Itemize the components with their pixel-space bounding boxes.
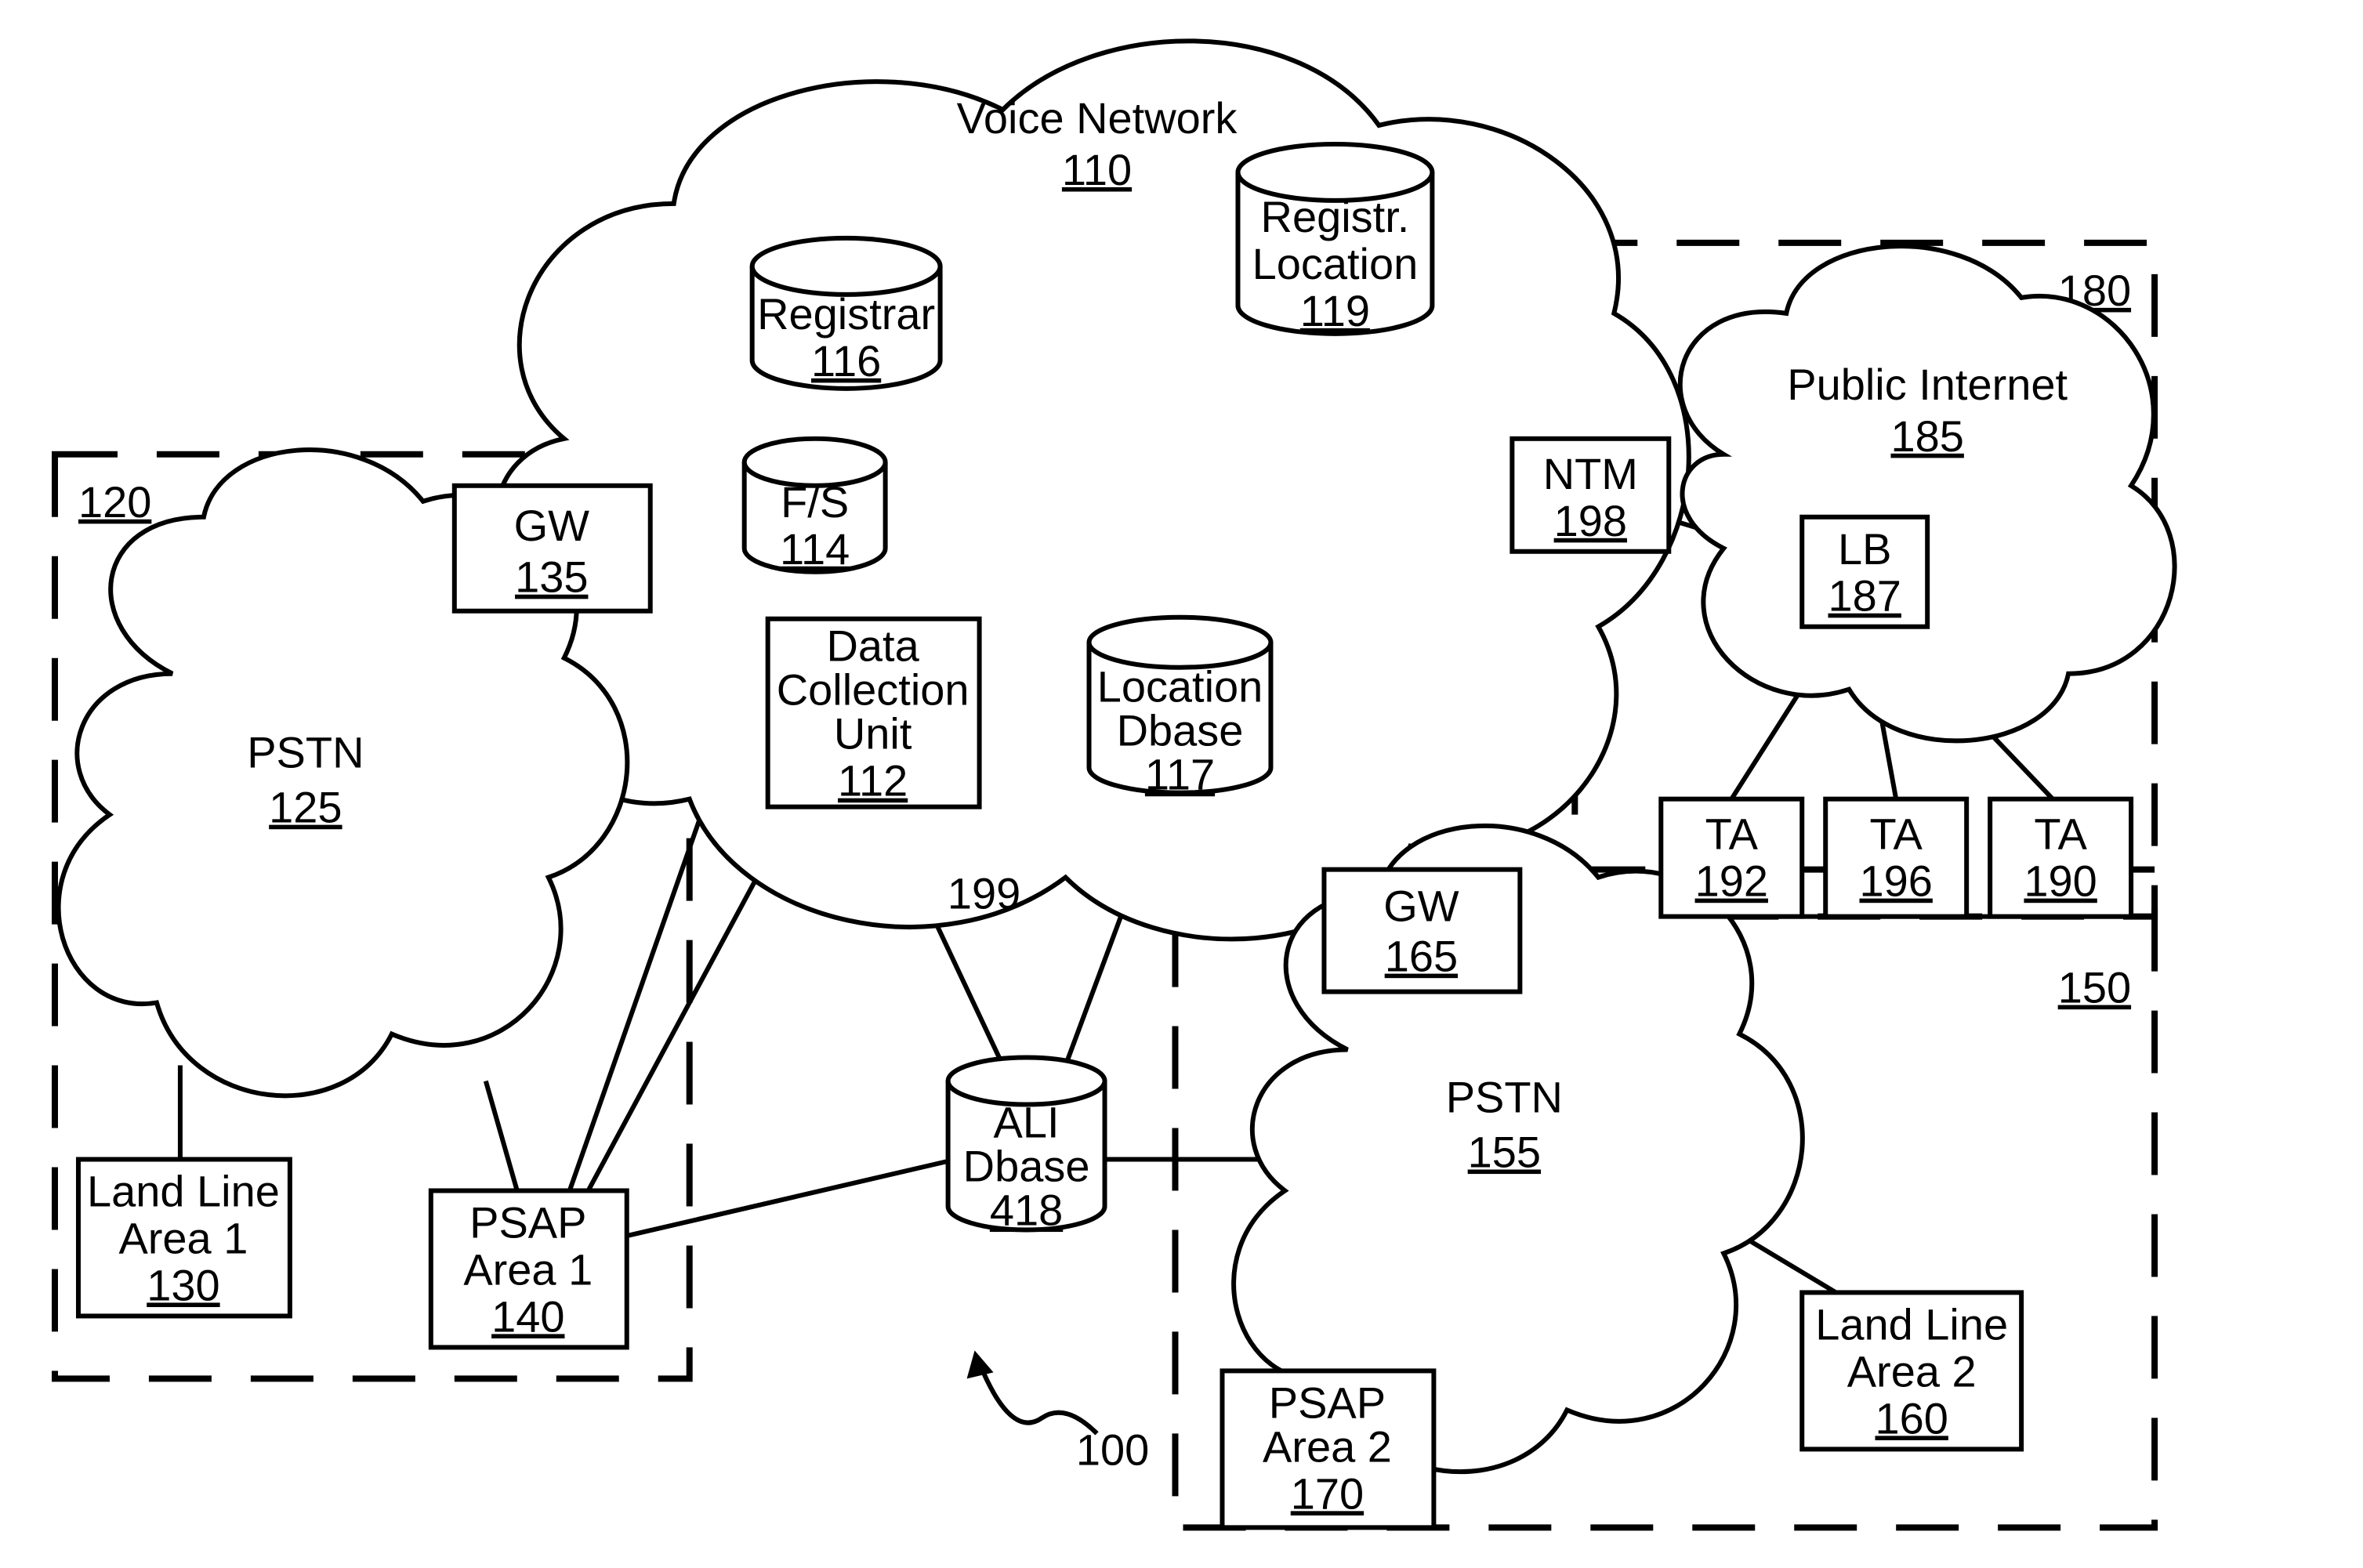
lb-box: LB 187 (1802, 517, 1927, 627)
svg-text:Land Line: Land Line (87, 1166, 280, 1215)
svg-text:135: 135 (515, 552, 588, 602)
pstn-right-label: PSTN (1446, 1073, 1563, 1122)
landline-1-box: Land Line Area 1 130 (78, 1160, 290, 1316)
ntm-box: NTM 198 (1512, 439, 1669, 552)
svg-text:192: 192 (1695, 856, 1768, 906)
svg-text:187: 187 (1828, 571, 1901, 621)
figure-ref: 100 (1076, 1425, 1149, 1474)
ta-c-box: TA 190 (1990, 799, 2131, 917)
svg-text:GW: GW (514, 501, 590, 550)
svg-text:112: 112 (838, 756, 908, 806)
svg-text:198: 198 (1554, 496, 1627, 545)
svg-text:Area 1: Area 1 (118, 1213, 248, 1262)
psap-1-box: PSAP Area 1 140 (431, 1190, 627, 1347)
svg-text:Area 2: Area 2 (1263, 1421, 1392, 1471)
fs-cylinder: F/S 114 (745, 439, 886, 574)
network-diagram: 120 150 180 Voice Network 110 PSTN 125 P… (0, 0, 2363, 1568)
svg-text:LB: LB (1838, 524, 1891, 574)
svg-text:Area 2: Area 2 (1847, 1346, 1977, 1396)
svg-text:F/S: F/S (781, 477, 849, 527)
svg-text:TA: TA (1705, 809, 1759, 859)
data-collection-unit-box: Data Collection Unit 112 (768, 619, 980, 807)
svg-text:196: 196 (1859, 856, 1932, 906)
svg-text:Collection: Collection (777, 665, 969, 715)
public-internet-cloud (1680, 246, 2175, 741)
ali-dbase-cylinder: ALI Dbase 418 (948, 1058, 1105, 1235)
svg-text:PSAP: PSAP (469, 1197, 586, 1247)
svg-text:Registrar: Registrar (757, 289, 935, 339)
voice-network-label: Voice Network (957, 93, 1238, 143)
svg-text:160: 160 (1875, 1393, 1948, 1443)
ta-b-box: TA 196 (1825, 799, 1966, 917)
svg-text:Land Line: Land Line (1815, 1299, 2008, 1349)
svg-text:418: 418 (990, 1185, 1063, 1234)
svg-text:ALI: ALI (994, 1098, 1060, 1147)
svg-text:Data: Data (827, 621, 920, 671)
gw-left-box: GW 135 (455, 486, 651, 611)
registr-location-cylinder: Registr. Location 119 (1238, 144, 1432, 335)
landline-2-box: Land Line Area 2 160 (1802, 1292, 2021, 1449)
center-group-ref: 199 (948, 869, 1020, 918)
group-150-ref: 150 (2058, 963, 2131, 1012)
svg-text:Location: Location (1252, 239, 1419, 288)
svg-text:119: 119 (1300, 286, 1370, 335)
gw-right-box: GW 165 (1324, 870, 1520, 992)
pstn-left-label: PSTN (247, 728, 364, 777)
voice-network-ref: 110 (1062, 145, 1132, 194)
svg-text:165: 165 (1385, 932, 1458, 981)
svg-text:114: 114 (780, 524, 850, 574)
ta-a-box: TA 192 (1661, 799, 1802, 917)
public-internet-ref: 185 (1890, 411, 1963, 461)
svg-text:117: 117 (1145, 750, 1215, 799)
svg-text:Unit: Unit (834, 709, 912, 759)
group-120-ref: 120 (78, 477, 151, 527)
svg-text:Registr.: Registr. (1261, 192, 1410, 241)
psap-2-box: PSAP Area 2 170 (1222, 1371, 1433, 1527)
svg-text:PSAP: PSAP (1269, 1378, 1386, 1427)
svg-text:TA: TA (1870, 809, 1923, 859)
svg-text:140: 140 (491, 1291, 564, 1341)
svg-text:190: 190 (2024, 856, 2097, 906)
svg-text:Dbase: Dbase (963, 1141, 1090, 1190)
pstn-right-ref: 155 (1468, 1128, 1541, 1177)
svg-text:116: 116 (811, 336, 881, 386)
svg-text:Location: Location (1097, 662, 1263, 712)
public-internet-label: Public Internet (1787, 360, 2068, 409)
svg-text:170: 170 (1291, 1468, 1364, 1518)
svg-text:TA: TA (2034, 809, 2087, 859)
svg-text:NTM: NTM (1543, 449, 1638, 498)
pstn-left-ref: 125 (269, 783, 342, 832)
svg-text:Area 1: Area 1 (463, 1244, 593, 1294)
svg-text:Dbase: Dbase (1117, 706, 1244, 755)
registrar-cylinder: Registrar 116 (752, 238, 940, 389)
svg-text:130: 130 (147, 1260, 219, 1309)
location-dbase-cylinder: Location Dbase 117 (1089, 617, 1271, 799)
svg-text:GW: GW (1383, 882, 1459, 931)
